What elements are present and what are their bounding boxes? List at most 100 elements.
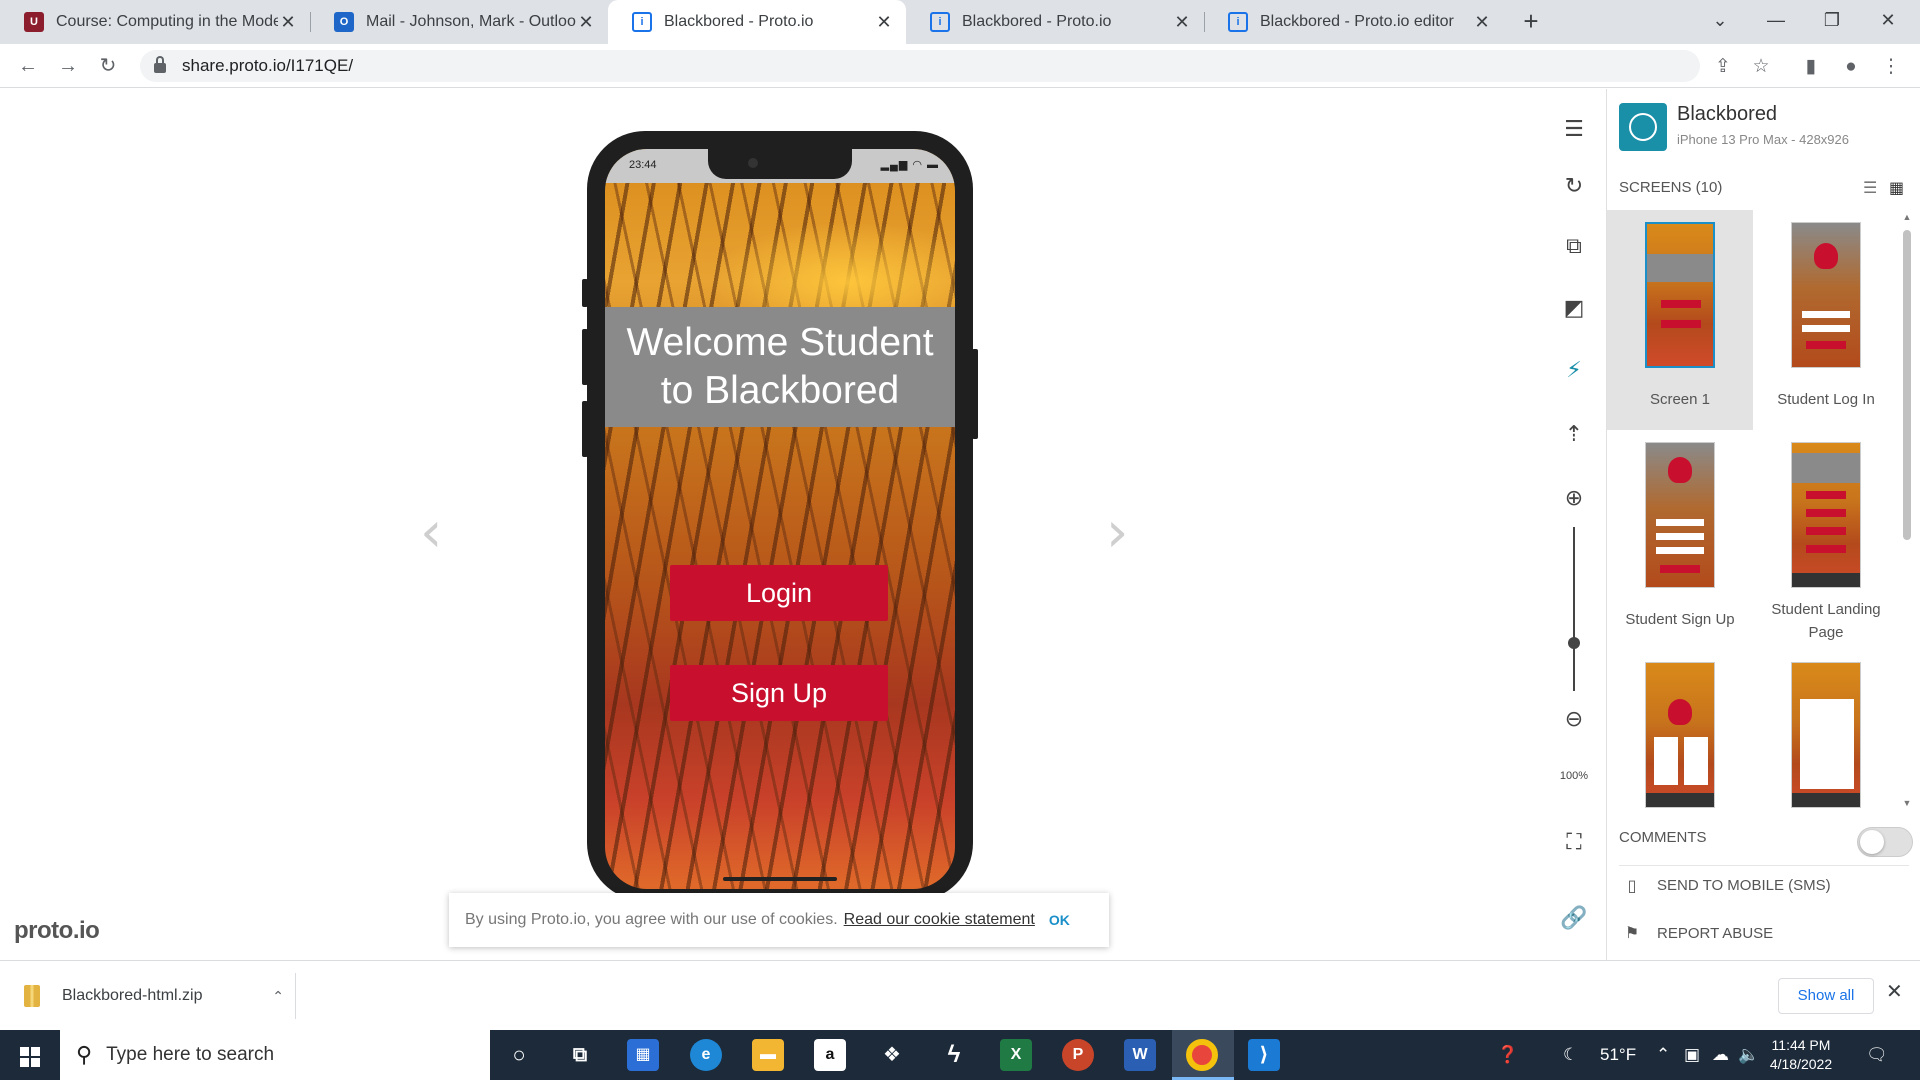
- close-icon[interactable]: ✕: [1472, 12, 1492, 33]
- reload-icon[interactable]: ↻: [94, 52, 122, 80]
- protoio-favicon-icon: i: [1228, 12, 1248, 32]
- close-icon[interactable]: ✕: [1172, 12, 1192, 33]
- tab-search-chevron-icon[interactable]: ⌄: [1692, 0, 1748, 40]
- upload-icon[interactable]: ⇡: [1558, 418, 1590, 450]
- app-icon[interactable]: ϟ: [938, 1039, 970, 1071]
- link-icon[interactable]: 🔗: [1558, 902, 1590, 934]
- windows-start-icon[interactable]: [20, 1047, 40, 1067]
- rotate-device-icon[interactable]: ⧉: [1558, 230, 1590, 262]
- tab-blackbored-editor[interactable]: i Blackbored - Proto.io editor ✕: [1204, 0, 1504, 44]
- chevron-up-icon[interactable]: ⌃: [272, 988, 284, 1005]
- close-icon[interactable]: ✕: [278, 12, 298, 33]
- taskbar-search-box[interactable]: ⚲ Type here to search: [60, 1030, 490, 1080]
- zoom-level: 100%: [1559, 770, 1589, 782]
- scroll-down-icon[interactable]: ▼: [1899, 798, 1915, 808]
- new-tab-button[interactable]: +: [1515, 6, 1547, 38]
- scroll-up-icon[interactable]: ▲: [1899, 212, 1915, 222]
- onedrive-cloud-icon[interactable]: ☁: [1712, 1030, 1729, 1080]
- screen-thumb-student-log-in[interactable]: Student Log In: [1753, 210, 1899, 430]
- comments-toggle[interactable]: [1857, 827, 1913, 857]
- chrome-icon[interactable]: [1186, 1039, 1218, 1071]
- zoom-in-icon[interactable]: ⊕: [1558, 482, 1590, 514]
- screen-thumb-student-landing-page[interactable]: Student Landing Page: [1753, 430, 1899, 650]
- screen-thumb-student-sign-up[interactable]: Student Sign Up: [1607, 430, 1753, 650]
- screen-label: Student Landing Page: [1771, 601, 1881, 641]
- tab-course[interactable]: U Course: Computing in the Modern ✕: [0, 0, 310, 44]
- usc-favicon-icon: U: [24, 12, 44, 32]
- hotspots-icon[interactable]: ⚡: [1558, 354, 1590, 386]
- device-icon[interactable]: ▣: [1684, 1030, 1700, 1080]
- screen-thumb-5[interactable]: [1607, 650, 1753, 820]
- task-view-icon[interactable]: ⧉: [564, 1039, 596, 1071]
- cortana-icon[interactable]: ○: [503, 1039, 535, 1071]
- zoom-slider-handle[interactable]: [1568, 637, 1580, 649]
- tab-blackbored[interactable]: i Blackbored - Proto.io ✕: [906, 0, 1204, 44]
- powerpoint-icon[interactable]: P: [1062, 1039, 1094, 1071]
- vscode-icon[interactable]: ⟩: [1248, 1039, 1280, 1071]
- tab-blackbored-active[interactable]: i Blackbored - Proto.io ✕: [608, 0, 906, 44]
- close-icon[interactable]: ✕: [874, 12, 894, 33]
- screen-label: Student Log In: [1777, 391, 1875, 408]
- phone-screen: 23:44 ▂▄▆ ◠ ▬ Welcome Student to Blackbo…: [605, 149, 955, 889]
- bookmark-star-icon[interactable]: ☆: [1748, 54, 1774, 80]
- maximize-button[interactable]: ❐: [1804, 0, 1860, 40]
- tab-mail[interactable]: O Mail - Johnson, Mark - Outlook ✕: [310, 0, 608, 44]
- close-icon[interactable]: ✕: [576, 12, 596, 33]
- screens-scrollbar[interactable]: ▲ ▼: [1899, 210, 1915, 810]
- login-button[interactable]: Login: [670, 565, 888, 621]
- thumbnail-image: [1645, 662, 1715, 808]
- tray-chevron-up-icon[interactable]: ⌃: [1656, 1030, 1670, 1080]
- dropbox-icon[interactable]: ❖: [876, 1039, 908, 1071]
- hamburger-menu-icon[interactable]: ☰: [1558, 113, 1590, 145]
- send-to-mobile-link[interactable]: ▯ SEND TO MOBILE (SMS): [1619, 865, 1909, 905]
- share-icon[interactable]: ⇪: [1710, 54, 1736, 80]
- screen-thumb-6[interactable]: [1753, 650, 1899, 820]
- url-text: share.proto.io/I171QE/: [182, 56, 354, 75]
- file-explorer-icon[interactable]: ▬: [752, 1039, 784, 1071]
- microsoft-store-icon[interactable]: ▦: [627, 1039, 659, 1071]
- download-item[interactable]: Blackbored-html.zip ⌃: [24, 977, 294, 1015]
- sign-up-button[interactable]: Sign Up: [670, 665, 888, 721]
- minimize-button[interactable]: —: [1748, 0, 1804, 40]
- device-label: iPhone 13 Pro Max - 428x926: [1677, 132, 1849, 147]
- taskbar-clock[interactable]: 11:44 PM 4/18/2022: [1756, 1036, 1846, 1074]
- close-shelf-icon[interactable]: ✕: [1886, 979, 1903, 1004]
- address-bar-row: ← → ↻ share.proto.io/I171QE/ ⇪ ☆ ▮ ● ⋮: [0, 44, 1920, 88]
- word-icon[interactable]: W: [1124, 1039, 1156, 1071]
- forward-arrow-icon[interactable]: →: [54, 52, 82, 80]
- shelf-divider: [295, 973, 296, 1019]
- side-panel-icon[interactable]: ▮: [1798, 54, 1824, 80]
- report-abuse-link[interactable]: ⚑ REPORT ABUSE: [1619, 913, 1909, 953]
- previous-screen-chevron-icon[interactable]: ‹: [420, 500, 442, 565]
- flag-icon: ⚑: [1624, 925, 1640, 942]
- back-arrow-icon[interactable]: ←: [14, 52, 42, 80]
- amazon-icon[interactable]: a: [814, 1039, 846, 1071]
- help-icon[interactable]: ❓: [1497, 1030, 1518, 1080]
- contrast-icon[interactable]: ◩: [1558, 292, 1590, 324]
- camera-icon: [748, 158, 758, 168]
- tab-title: Course: Computing in the Modern: [56, 13, 278, 30]
- profile-avatar-icon[interactable]: ●: [1838, 54, 1864, 80]
- grid-view-icon[interactable]: ▦: [1889, 178, 1904, 198]
- edge-browser-icon[interactable]: e: [690, 1039, 722, 1071]
- cookie-ok-button[interactable]: OK: [1049, 912, 1070, 928]
- url-field[interactable]: share.proto.io/I171QE/: [140, 50, 1700, 82]
- weather-temperature[interactable]: 51°F: [1600, 1030, 1636, 1080]
- restart-icon[interactable]: ↻: [1558, 170, 1590, 202]
- weather-moon-icon[interactable]: ☾: [1563, 1030, 1578, 1080]
- cookie-statement-link[interactable]: Read our cookie statement: [844, 911, 1035, 929]
- close-window-button[interactable]: ✕: [1860, 0, 1916, 40]
- clock-time: 11:44 PM: [1771, 1037, 1831, 1053]
- notifications-icon[interactable]: 🗨: [1866, 1030, 1888, 1080]
- cookie-text: By using Proto.io, you agree with our us…: [465, 911, 838, 928]
- screen-thumb-screen-1[interactable]: Screen 1: [1607, 210, 1753, 430]
- zoom-out-icon[interactable]: ⊖: [1558, 703, 1590, 735]
- excel-icon[interactable]: X: [1000, 1039, 1032, 1071]
- show-all-button[interactable]: Show all: [1778, 978, 1874, 1014]
- fullscreen-icon[interactable]: ⛶: [1558, 826, 1590, 858]
- scrollbar-thumb[interactable]: [1903, 230, 1911, 540]
- next-screen-chevron-icon[interactable]: ›: [1106, 500, 1128, 565]
- browser-menu-icon[interactable]: ⋮: [1878, 54, 1904, 80]
- zoom-slider-track[interactable]: [1573, 527, 1575, 691]
- list-view-icon[interactable]: ☰: [1863, 178, 1877, 198]
